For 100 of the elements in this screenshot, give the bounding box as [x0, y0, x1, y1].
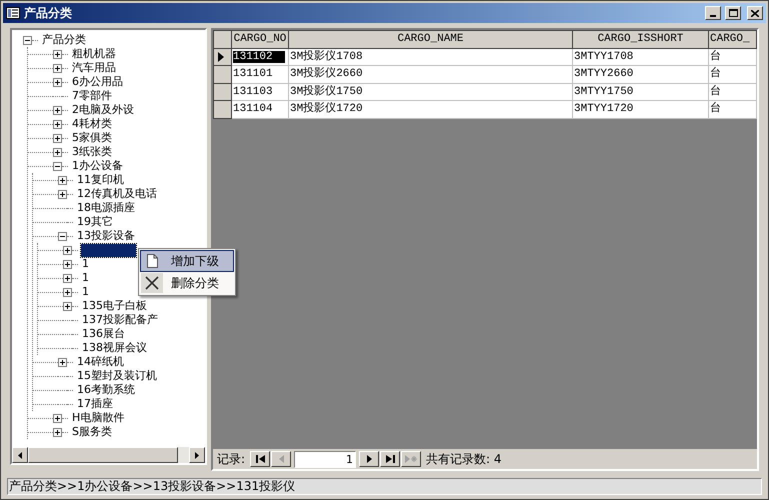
tree-node[interactable]: S服务类 [71, 425, 113, 439]
tree-node[interactable] [81, 244, 136, 256]
tree-node[interactable]: 产品分类 [41, 33, 87, 47]
row-selector[interactable] [214, 48, 232, 66]
grid-corner [214, 30, 232, 48]
expand-toggle[interactable] [63, 302, 72, 310]
scroll-thumb[interactable] [28, 447, 178, 463]
expand-toggle[interactable] [53, 120, 62, 128]
tree-node[interactable]: 1 [81, 285, 90, 299]
plus-icon [55, 416, 60, 420]
plus-icon [65, 248, 70, 252]
expand-toggle[interactable] [58, 176, 67, 184]
record-number-field[interactable]: 1 [294, 450, 356, 468]
row-selector[interactable] [214, 66, 232, 83]
tree-node[interactable]: 13投影设备 [76, 229, 136, 243]
tree-node[interactable]: 138视屏会议 [81, 341, 148, 355]
table-cell: 3M投影仪1708 [288, 48, 572, 66]
plus-icon [65, 262, 70, 266]
table-cell: 3MTYY1708 [572, 48, 708, 66]
minimize-button[interactable] [705, 6, 721, 20]
last-record-button[interactable] [380, 451, 400, 467]
tree-node[interactable]: 14碎纸机 [76, 355, 125, 369]
window-title: 产品分类 [24, 5, 72, 22]
tree-node[interactable]: 4耗材类 [71, 117, 113, 131]
tree-node[interactable]: 19其它 [76, 215, 114, 229]
tree-node[interactable]: 12传真机及电话 [76, 187, 158, 201]
horizontal-scrollbar[interactable] [12, 447, 205, 463]
plus-icon [65, 276, 70, 280]
new-record-icon [404, 455, 418, 463]
expand-toggle[interactable] [63, 260, 72, 268]
scroll-right-button[interactable] [189, 447, 205, 463]
expand-toggle[interactable] [58, 358, 67, 366]
expand-toggle[interactable] [53, 64, 62, 72]
plus-icon [55, 52, 60, 56]
table-cell: 3MTYY1750 [572, 83, 708, 100]
tree-node[interactable]: 5家俱类 [71, 131, 113, 145]
first-record-button[interactable] [250, 451, 270, 467]
minus-icon [60, 234, 65, 238]
tree-node[interactable]: 3纸张类 [71, 145, 113, 159]
tree-node[interactable]: 16考勤系统 [76, 383, 136, 397]
right-arrow-icon [195, 452, 199, 458]
tree-node[interactable]: H电脑散件 [71, 411, 126, 425]
tree-node[interactable]: 1 [81, 257, 90, 271]
tree-node[interactable]: 1办公设备 [71, 159, 124, 173]
next-record-button[interactable] [359, 451, 380, 467]
tree-node[interactable]: 粗机机器 [71, 47, 117, 61]
close-icon [751, 10, 759, 16]
expand-toggle[interactable] [53, 78, 62, 86]
tree-node[interactable]: 135电子白板 [81, 299, 148, 313]
expand-toggle[interactable] [53, 50, 62, 58]
expand-toggle[interactable] [53, 414, 62, 422]
table-cell: 3MTYY2660 [572, 66, 708, 83]
expand-toggle[interactable] [53, 148, 62, 156]
table-cell: 3M投影仪2660 [288, 66, 572, 83]
menu-item[interactable]: 删除分类 [140, 272, 234, 294]
table-cell: 台 [708, 83, 756, 100]
plus-icon [55, 136, 60, 140]
table-cell: 台 [708, 66, 756, 83]
active-cell-text[interactable]: 131102 [233, 50, 285, 62]
tree-node[interactable]: 18电源插座 [76, 201, 136, 215]
window-icon [6, 7, 20, 19]
tree-node[interactable]: 17插座 [76, 397, 114, 411]
expand-toggle[interactable] [63, 246, 72, 254]
tree-node[interactable]: 1 [81, 271, 90, 285]
tree-node[interactable]: 15塑封及装订机 [76, 369, 158, 383]
close-button[interactable] [747, 6, 763, 20]
expand-toggle[interactable] [53, 428, 62, 436]
collapse-toggle[interactable] [53, 162, 62, 170]
menu-item[interactable]: 增加下级 [140, 250, 234, 272]
scroll-left-button[interactable] [12, 447, 28, 463]
column-header[interactable]: CARGO_ [708, 30, 756, 48]
column-header[interactable]: CARGO_NO [232, 30, 288, 48]
expand-toggle[interactable] [63, 288, 72, 296]
tree-node[interactable]: 7零部件 [71, 89, 113, 103]
tree-node[interactable]: 136展台 [81, 327, 126, 341]
row-selector[interactable] [214, 83, 232, 100]
table-cell: 131103 [232, 83, 288, 100]
expand-toggle[interactable] [53, 134, 62, 142]
minus-icon [55, 164, 60, 168]
tree-node[interactable]: 6办公用品 [71, 75, 124, 89]
collapse-toggle[interactable] [23, 36, 32, 44]
expand-toggle[interactable] [58, 190, 67, 198]
expand-toggle[interactable] [63, 274, 72, 282]
record-label: 记录: [217, 451, 246, 468]
row-selector[interactable] [214, 100, 232, 118]
left-arrow-icon [18, 452, 22, 458]
collapse-toggle[interactable] [58, 232, 67, 240]
last-record-icon [386, 455, 395, 463]
table-cell: 131104 [232, 100, 288, 118]
tree-node[interactable]: 137投影配备产 [81, 313, 159, 327]
maximize-button[interactable] [725, 6, 741, 20]
tree-node[interactable]: 2电脑及外设 [71, 103, 135, 117]
table-cell: 3M投影仪1750 [288, 83, 572, 100]
tree-node[interactable]: 汽车用品 [71, 61, 117, 75]
page-icon [146, 254, 158, 268]
column-header[interactable]: CARGO_NAME [288, 30, 572, 48]
minimize-icon [710, 15, 716, 17]
expand-toggle[interactable] [53, 106, 62, 114]
tree-node[interactable]: 11复印机 [76, 173, 125, 187]
column-header[interactable]: CARGO_ISSHORT [572, 30, 708, 48]
